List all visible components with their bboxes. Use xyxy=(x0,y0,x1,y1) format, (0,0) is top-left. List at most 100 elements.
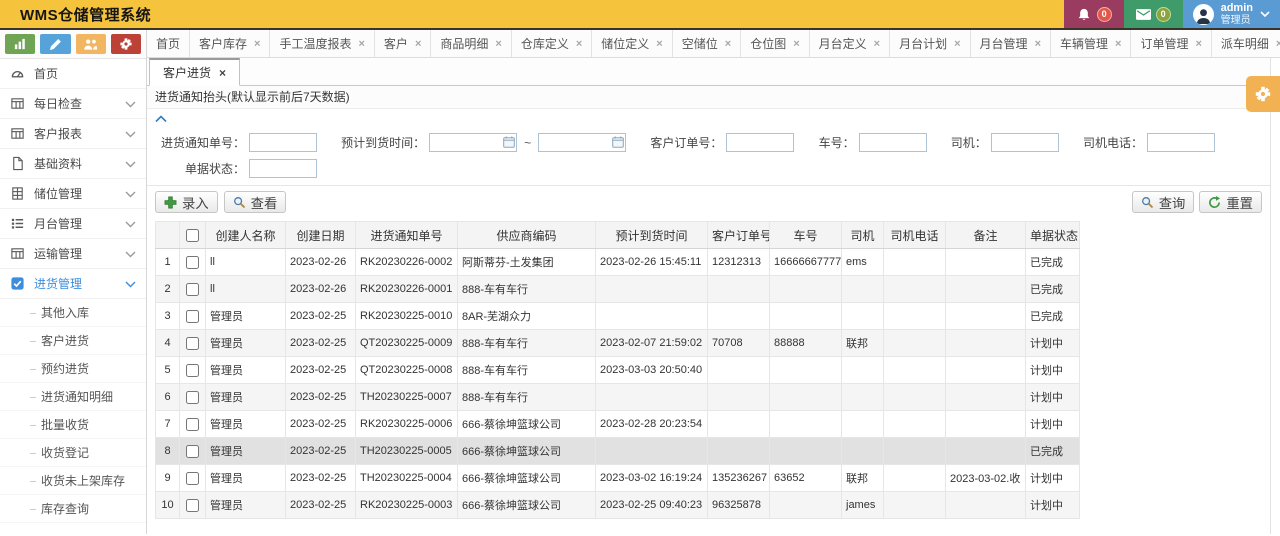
table-row[interactable]: 7 管理员 2023-02-25 RK20230225-0006 666-蔡徐坤篮球公司… xyxy=(155,410,1080,438)
tab-close-icon[interactable]: × xyxy=(1035,38,1041,50)
cell-status: 计划中 xyxy=(1025,356,1080,384)
cell-date: 2023-02-25 xyxy=(285,410,356,438)
row-checkbox[interactable] xyxy=(186,336,199,350)
top-tab-商品明细[interactable]: 商品明细 × xyxy=(431,30,512,57)
cell-eta: 2023-03-02 16:19:24 xyxy=(595,464,708,492)
tab-close-icon[interactable]: × xyxy=(793,38,799,50)
top-tab-车辆管理[interactable]: 车辆管理 × xyxy=(1051,30,1132,57)
sidebar-subitem-批量收货[interactable]: 批量收货 xyxy=(0,411,146,439)
notifications-button[interactable]: 0 xyxy=(1063,0,1124,28)
table-row[interactable]: 1 ll 2023-02-26 RK20230226-0002 阿斯蒂芬-土发集团 202… xyxy=(155,248,1080,276)
tab-close-icon[interactable]: × xyxy=(495,38,501,50)
tab-close-icon[interactable]: × xyxy=(415,38,421,50)
table-row[interactable]: 9 管理员 2023-02-25 TH20230225-0004 666-蔡徐坤篮球公司… xyxy=(155,464,1080,492)
tab-label: 首页 xyxy=(156,37,181,51)
tab-close-icon[interactable]: × xyxy=(656,38,662,50)
view-button[interactable]: 查看 xyxy=(223,191,287,213)
tab-close-icon[interactable]: × xyxy=(1115,38,1121,50)
top-tab-储位定义[interactable]: 储位定义 × xyxy=(592,30,673,57)
sidebar-item-首页[interactable]: 首页 xyxy=(0,59,146,89)
top-tab-月台定义[interactable]: 月台定义 × xyxy=(810,30,891,57)
add-button[interactable]: 录入 xyxy=(155,191,218,213)
tab-close-icon[interactable]: × xyxy=(874,38,880,50)
customer-order-input[interactable] xyxy=(726,133,795,152)
cell-order_no xyxy=(707,275,770,303)
sidebar-subitem-预约进货[interactable]: 预约进货 xyxy=(0,355,146,383)
top-tab-客户库存[interactable]: 客户库存 × xyxy=(190,30,271,57)
row-checkbox[interactable] xyxy=(186,444,199,458)
sidebar-item-月台管理[interactable]: 月台管理 xyxy=(0,209,146,239)
sidebar-item-客户报表[interactable]: 客户报表 xyxy=(0,119,146,149)
tab-close-icon[interactable]: × xyxy=(576,38,582,50)
calendar-icon[interactable] xyxy=(503,136,515,151)
row-checkbox[interactable] xyxy=(186,255,199,269)
bar-chart-quick-button[interactable] xyxy=(5,34,36,54)
tab-close-icon[interactable]: × xyxy=(219,66,226,80)
sidebar-subitem-进货通知明细[interactable]: 进货通知明细 xyxy=(0,383,146,411)
tab-close-icon[interactable]: × xyxy=(358,38,364,50)
collapse-toggle[interactable] xyxy=(147,109,177,126)
top-tab-首页[interactable]: 首页 xyxy=(147,30,191,57)
row-checkbox[interactable] xyxy=(186,498,199,512)
sidebar-item-储位管理[interactable]: 储位管理 xyxy=(0,179,146,209)
table-row[interactable]: 5 管理员 2023-02-25 QT20230225-0008 888-车有车行 202… xyxy=(155,356,1080,384)
settings-gear-button[interactable] xyxy=(1246,76,1280,112)
top-tab-仓位图[interactable]: 仓位图 × xyxy=(741,30,810,57)
tab-close-icon[interactable]: × xyxy=(954,38,960,50)
top-tab-月台计划[interactable]: 月台计划 × xyxy=(890,30,971,57)
row-checkbox[interactable] xyxy=(186,282,199,296)
row-checkbox[interactable] xyxy=(186,363,199,377)
tab-close-icon[interactable]: × xyxy=(1195,38,1201,50)
sidebar-subitem-其他入库[interactable]: 其他入库 xyxy=(0,299,146,327)
tab-close-icon[interactable]: × xyxy=(725,38,731,50)
top-tab-订单管理[interactable]: 订单管理 × xyxy=(1131,30,1212,57)
table-row[interactable]: 6 管理员 2023-02-25 TH20230225-0007 888-车有车行 计划中 xyxy=(155,383,1080,411)
tab-customer-inbound[interactable]: 客户进货 × xyxy=(149,58,241,86)
tab-label: 商品明细 xyxy=(440,37,489,51)
users-quick-button[interactable] xyxy=(75,34,106,54)
top-tab-月台管理[interactable]: 月台管理 × xyxy=(971,30,1051,57)
notice-no-input[interactable] xyxy=(249,133,317,152)
sidebar-subitem-库存查询[interactable]: 库存查询 xyxy=(0,495,146,523)
query-button[interactable]: 查询 xyxy=(1131,191,1195,213)
cell-status: 计划中 xyxy=(1025,491,1080,519)
truck-no-input[interactable] xyxy=(858,133,927,152)
tab-label: 储位定义 xyxy=(601,37,650,51)
table-row[interactable]: 3 管理员 2023-02-25 RK20230225-0010 8AR-芜湖众力 已完成 xyxy=(155,302,1080,330)
messages-button[interactable]: 0 xyxy=(1123,0,1183,28)
sidebar-item-基础资料[interactable]: 基础资料 xyxy=(0,149,146,179)
table-row[interactable]: 2 ll 2023-02-26 RK20230226-0001 888-车有车行 已完成 xyxy=(155,275,1080,303)
sidebar-subitem-客户进货[interactable]: 客户进货 xyxy=(0,327,146,355)
sidebar-subitem-收货未上架库存[interactable]: 收货未上架库存 xyxy=(0,467,146,495)
range-separator: ~ xyxy=(524,135,532,150)
top-tab-仓库定义[interactable]: 仓库定义 × xyxy=(512,30,593,57)
table-row[interactable]: 10 管理员 2023-02-25 RK20230225-0003 666-蔡徐坤篮球公… xyxy=(155,491,1080,519)
sidebar-subitem-收货登记[interactable]: 收货登记 xyxy=(0,439,146,467)
calendar-icon[interactable] xyxy=(612,136,625,151)
top-tab-客户[interactable]: 客户 × xyxy=(375,30,432,57)
row-checkbox[interactable] xyxy=(186,390,199,404)
cell-phone xyxy=(883,410,946,438)
tab-close-icon[interactable]: × xyxy=(1276,38,1280,50)
row-checkbox[interactable] xyxy=(186,417,199,431)
reset-button[interactable]: 重置 xyxy=(1199,191,1262,213)
gears-quick-button[interactable] xyxy=(110,34,141,54)
sidebar-item-每日检查[interactable]: 每日检查 xyxy=(0,89,146,119)
top-tab-手工温度报表[interactable]: 手工温度报表 × xyxy=(270,30,375,57)
row-checkbox[interactable] xyxy=(186,309,199,323)
row-checkbox[interactable] xyxy=(186,471,199,485)
driver-phone-input[interactable] xyxy=(1146,133,1215,152)
table-row[interactable]: 8 管理员 2023-02-25 TH20230225-0005 666-蔡徐坤篮球公司… xyxy=(155,437,1080,465)
table-row[interactable]: 4 管理员 2023-02-25 QT20230225-0009 888-车有车行 202… xyxy=(155,329,1080,357)
pencil-quick-button[interactable] xyxy=(40,34,71,54)
driver-input[interactable] xyxy=(990,133,1059,152)
tab-close-icon[interactable]: × xyxy=(254,38,260,50)
cell-row-number: 1 xyxy=(155,248,180,276)
user-menu[interactable]: admin 管理员 xyxy=(1182,0,1280,28)
sidebar-item-运输管理[interactable]: 运输管理 xyxy=(0,239,146,269)
doc-status-input[interactable] xyxy=(249,159,317,178)
top-tab-派车明细[interactable]: 派车明细 × xyxy=(1212,30,1280,57)
sidebar-item-进货管理[interactable]: 进货管理 xyxy=(0,269,146,299)
select-all-checkbox[interactable] xyxy=(186,229,199,243)
top-tab-空储位[interactable]: 空储位 × xyxy=(673,30,742,57)
